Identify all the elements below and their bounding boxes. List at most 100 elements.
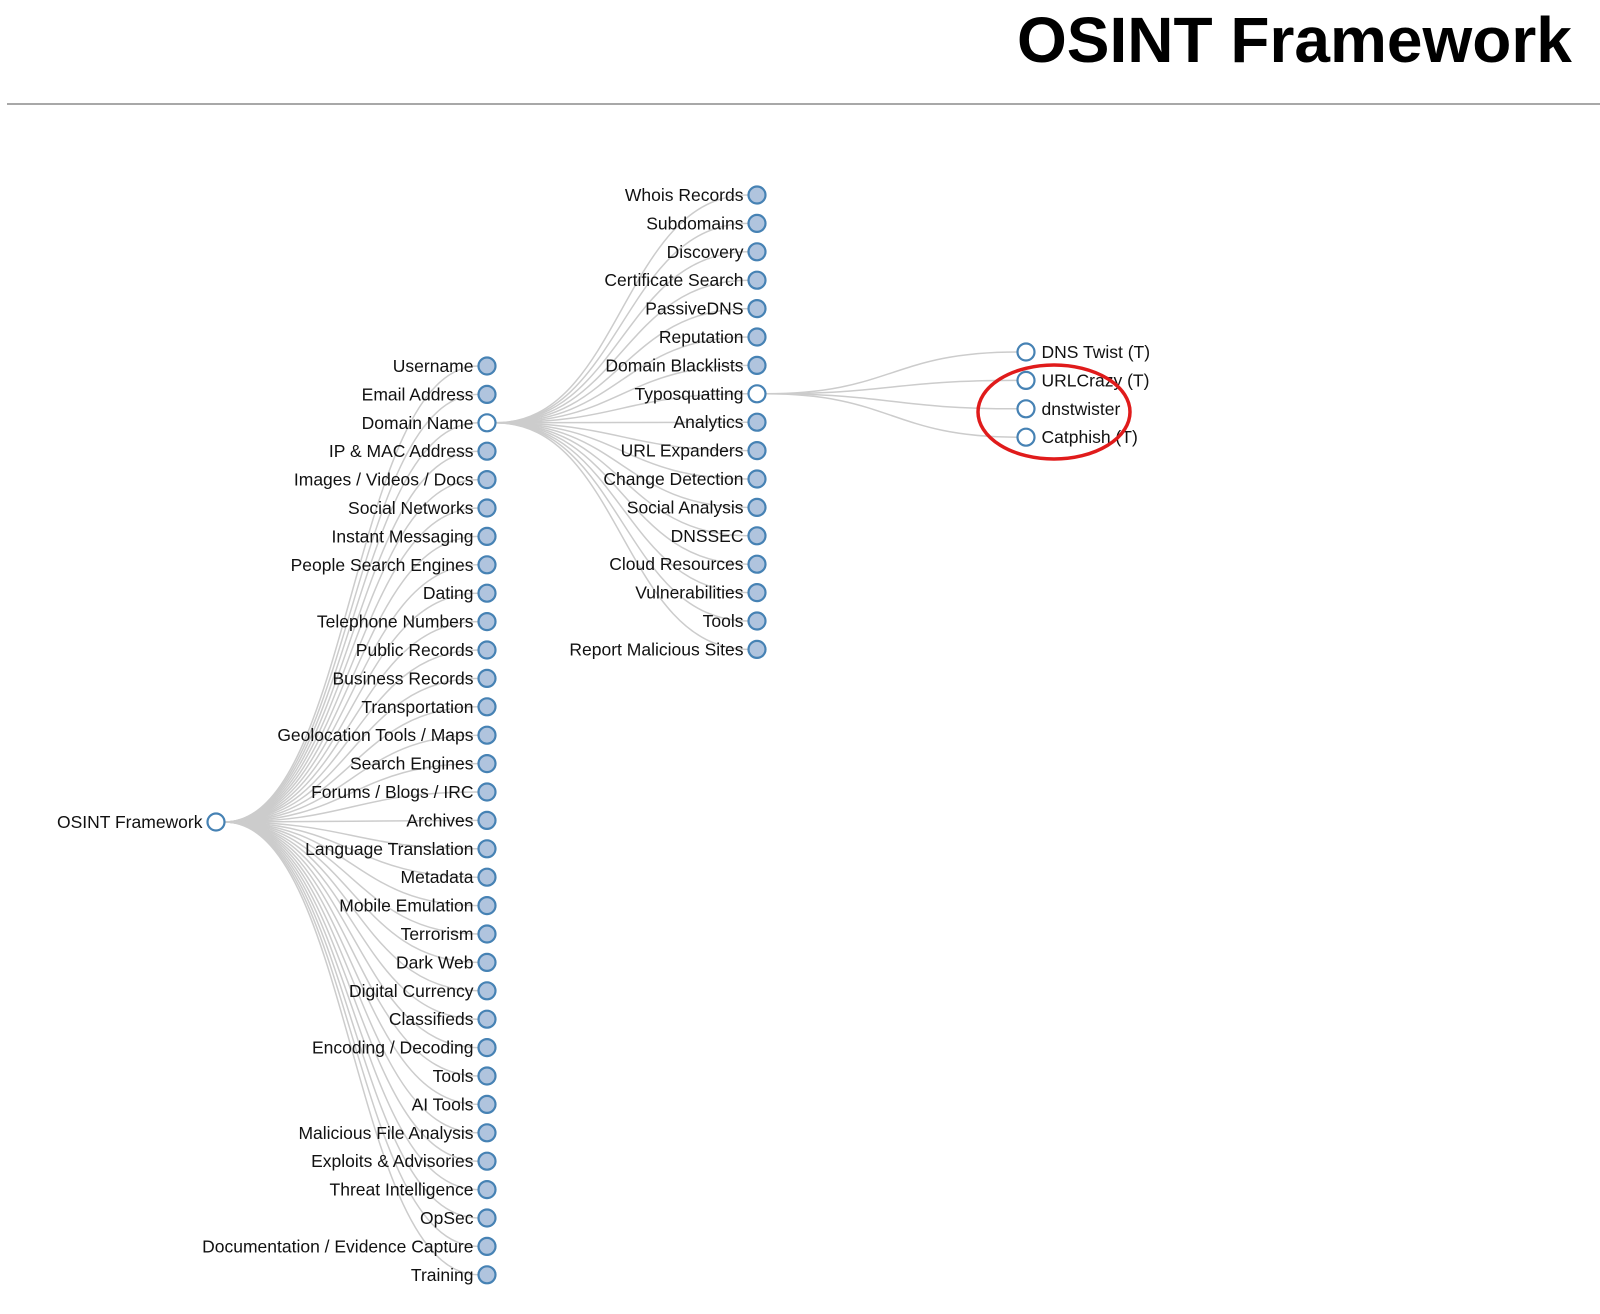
node-circle-icon[interactable] (1016, 342, 1036, 362)
node-label[interactable]: Mobile Emulation (339, 896, 473, 916)
domain-node-analytics[interactable]: Analytics (673, 412, 767, 432)
node-circle-icon[interactable] (477, 952, 497, 973)
node-label[interactable]: Encoding / Decoding (312, 1038, 474, 1058)
node-circle-icon[interactable] (747, 270, 767, 290)
category-node-telephone-numbers[interactable]: Telephone Numbers (317, 611, 497, 632)
node-label[interactable]: Social Networks (348, 498, 474, 518)
node-label[interactable]: OpSec (420, 1208, 474, 1228)
node-label[interactable]: Domain Blacklists (605, 355, 743, 375)
node-label[interactable]: Change Detection (603, 469, 743, 489)
domain-node-passivedns[interactable]: PassiveDNS (645, 299, 767, 319)
node-circle-icon[interactable] (477, 498, 497, 518)
node-circle-icon[interactable] (477, 895, 497, 916)
node-circle-icon[interactable] (206, 812, 226, 832)
category-node-username[interactable]: Username (393, 356, 497, 376)
node-circle-icon[interactable] (747, 526, 767, 546)
category-node-documentation-evidence-capture[interactable]: Documentation / Evidence Capture (202, 1236, 497, 1257)
node-label[interactable]: DNS Twist (T) (1042, 342, 1151, 362)
node-circle-icon[interactable] (477, 611, 497, 632)
root-node[interactable]: OSINT Framework (57, 812, 226, 832)
category-node-training[interactable]: Training (411, 1265, 497, 1285)
node-label[interactable]: Instant Messaging (331, 526, 473, 546)
node-circle-icon[interactable] (477, 356, 497, 376)
node-circle-icon[interactable] (477, 526, 497, 547)
category-node-language-translation[interactable]: Language Translation (305, 839, 497, 859)
node-label[interactable]: Threat Intelligence (330, 1180, 474, 1200)
category-node-malicious-file-analysis[interactable]: Malicious File Analysis (298, 1123, 497, 1143)
node-circle-icon[interactable] (747, 327, 767, 347)
node-label[interactable]: Search Engines (350, 754, 474, 774)
node-circle-icon[interactable] (477, 668, 497, 689)
node-circle-icon[interactable] (747, 639, 767, 660)
category-node-instant-messaging[interactable]: Instant Messaging (331, 526, 497, 547)
category-node-threat-intelligence[interactable]: Threat Intelligence (330, 1179, 497, 1200)
node-circle-icon[interactable] (747, 441, 767, 461)
node-circle-icon[interactable] (477, 384, 497, 404)
node-label[interactable]: Forums / Blogs / IRC (311, 782, 473, 802)
domain-node-change-detection[interactable]: Change Detection (603, 469, 767, 489)
node-circle-icon[interactable] (747, 412, 767, 432)
category-node-forums-blogs-irc[interactable]: Forums / Blogs / IRC (311, 782, 497, 802)
node-label[interactable]: Email Address (362, 384, 474, 404)
domain-node-discovery[interactable]: Discovery (667, 242, 767, 262)
node-label[interactable]: IP & MAC Address (329, 441, 474, 461)
node-label[interactable]: Language Translation (305, 839, 473, 859)
category-node-ai-tools[interactable]: AI Tools (412, 1094, 497, 1115)
node-label[interactable]: Reputation (659, 327, 744, 347)
node-label[interactable]: Images / Videos / Docs (294, 470, 474, 490)
node-circle-icon[interactable] (477, 725, 497, 745)
node-circle-icon[interactable] (477, 413, 497, 433)
domain-node-domain-blacklists[interactable]: Domain Blacklists (605, 355, 767, 375)
node-circle-icon[interactable] (477, 1094, 497, 1115)
node-circle-icon[interactable] (747, 554, 767, 574)
category-node-tools[interactable]: Tools (433, 1066, 497, 1086)
node-circle-icon[interactable] (747, 355, 767, 375)
node-label[interactable]: Report Malicious Sites (569, 639, 743, 659)
node-label[interactable]: URL Expanders (621, 441, 744, 461)
category-node-encoding-decoding[interactable]: Encoding / Decoding (312, 1038, 497, 1058)
node-label[interactable]: Subdomains (646, 213, 744, 233)
node-label[interactable]: Documentation / Evidence Capture (202, 1236, 473, 1256)
node-circle-icon[interactable] (477, 1179, 497, 1200)
domain-node-cloud-resources[interactable]: Cloud Resources (609, 554, 767, 574)
category-node-images-videos-docs[interactable]: Images / Videos / Docs (294, 470, 497, 490)
node-circle-icon[interactable] (1016, 399, 1036, 419)
node-label[interactable]: Dating (423, 583, 474, 603)
node-label[interactable]: Metadata (401, 867, 474, 887)
node-label[interactable]: Digital Currency (349, 981, 474, 1001)
node-label[interactable]: Geolocation Tools / Maps (277, 725, 473, 745)
category-node-mobile-emulation[interactable]: Mobile Emulation (339, 895, 497, 916)
node-label[interactable]: Discovery (667, 242, 744, 262)
domain-node-reputation[interactable]: Reputation (659, 327, 767, 347)
node-label[interactable]: Dark Web (396, 952, 473, 972)
category-node-exploits-advisories[interactable]: Exploits & Advisories (311, 1151, 497, 1171)
node-circle-icon[interactable] (477, 1066, 497, 1086)
tool-node-urlcrazy-t[interactable]: URLCrazy (T) (1016, 370, 1150, 390)
category-node-dating[interactable]: Dating (423, 583, 497, 603)
category-node-ip-mac-address[interactable]: IP & MAC Address (329, 441, 497, 461)
node-label[interactable]: dnstwister (1042, 399, 1121, 419)
domain-node-certificate-search[interactable]: Certificate Search (604, 270, 767, 290)
node-label[interactable]: Certificate Search (604, 270, 743, 290)
node-circle-icon[interactable] (477, 782, 497, 802)
node-circle-icon[interactable] (747, 611, 767, 631)
category-node-social-networks[interactable]: Social Networks (348, 498, 497, 518)
node-circle-icon[interactable] (747, 299, 767, 319)
node-circle-icon[interactable] (477, 1236, 497, 1257)
node-circle-icon[interactable] (1016, 370, 1036, 390)
node-circle-icon[interactable] (747, 384, 767, 404)
node-label[interactable]: Whois Records (625, 185, 744, 205)
domain-node-report-malicious-sites[interactable]: Report Malicious Sites (569, 639, 767, 660)
node-circle-icon[interactable] (1016, 427, 1036, 447)
node-circle-icon[interactable] (747, 582, 767, 603)
category-node-people-search-engines[interactable]: People Search Engines (291, 555, 497, 575)
node-circle-icon[interactable] (477, 441, 497, 461)
node-circle-icon[interactable] (477, 697, 497, 717)
category-node-classifieds[interactable]: Classifieds (389, 1009, 497, 1029)
node-circle-icon[interactable] (477, 1123, 497, 1143)
node-label[interactable]: Business Records (332, 668, 473, 688)
node-label[interactable]: Classifieds (389, 1009, 474, 1029)
node-label[interactable]: Tools (703, 611, 744, 631)
node-label[interactable]: Transportation (361, 697, 473, 717)
category-node-dark-web[interactable]: Dark Web (396, 952, 497, 973)
